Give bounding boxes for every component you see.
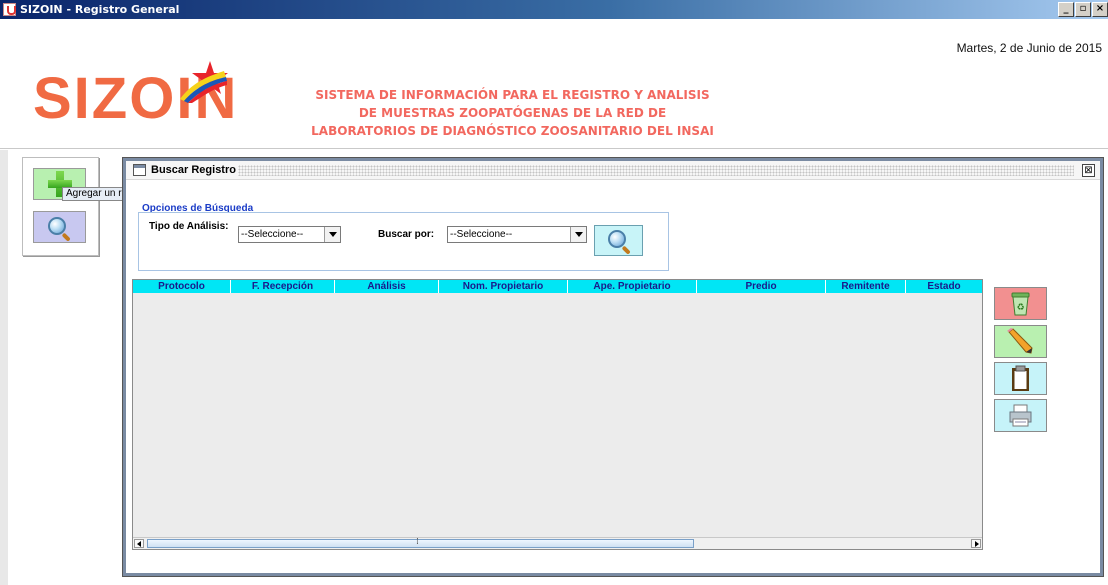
java-icon [3,3,16,16]
column-protocolo[interactable]: Protocolo [133,280,231,293]
minimize-button[interactable]: _ [1058,2,1074,17]
chevron-down-icon[interactable] [324,227,340,242]
frame-title-bar[interactable]: Buscar Registro ⊠ [126,161,1100,180]
clipboard-button[interactable] [994,362,1047,395]
print-button[interactable] [994,399,1047,432]
column-estado[interactable]: Estado [906,280,982,293]
system-tagline: SISTEMA DE INFORMACIÓN PARA EL REGISTRO … [310,86,715,140]
title-bar-grip [238,165,1074,176]
search-button[interactable] [594,225,643,256]
delete-button[interactable]: ♻ [994,287,1047,320]
clipboard-icon [1012,365,1029,391]
close-button[interactable]: × [1092,2,1108,17]
table-header: Protocolo F. Recepción Análisis Nom. Pro… [133,280,982,293]
buscar-por-value: --Seleccione-- [450,229,513,240]
tipo-analisis-select[interactable]: --Seleccione-- [238,226,341,243]
search-record-button[interactable] [33,211,86,243]
frame-content: Opciones de Búsqueda Tipo de Análisis: -… [132,183,1094,568]
recycle-bin-icon: ♻ [1011,292,1030,316]
svg-text:♻: ♻ [1016,303,1024,313]
window-title: SIZOIN - Registro General [20,3,180,16]
column-predio[interactable]: Predio [697,280,826,293]
left-toolbar [22,157,99,256]
buscar-por-select[interactable]: --Seleccione-- [447,226,587,243]
scroll-left-arrow[interactable] [134,539,144,548]
frame-close-button[interactable]: ⊠ [1082,164,1095,177]
edit-button[interactable] [994,325,1047,358]
results-table[interactable]: Protocolo F. Recepción Análisis Nom. Pro… [132,279,983,550]
column-ape-propietario[interactable]: Ape. Propietario [568,280,697,293]
tipo-analisis-value: --Seleccione-- [241,229,304,240]
app-header: Martes, 2 de Junio de 2015 SIZOIN SISTEM… [0,19,1108,149]
current-date: Martes, 2 de Junio de 2015 [956,41,1102,55]
tagline-line-3: LABORATORIOS DE DIAGNÓSTICO ZOOSANITARIO… [311,124,714,138]
window-title-bar: SIZOIN - Registro General _ ▫ × [0,0,1108,19]
logo-star-icon [180,61,228,103]
tagline-line-1: SISTEMA DE INFORMACIÓN PARA EL REGISTRO … [315,88,710,102]
search-options-group: Tipo de Análisis: --Seleccione-- Buscar … [138,212,669,271]
column-nom-propietario[interactable]: Nom. Propietario [439,280,568,293]
tagline-line-2: DE MUESTRAS ZOOPATÓGENAS DE LA RED DE [358,106,667,120]
maximize-button[interactable]: ▫ [1075,2,1091,17]
column-analisis[interactable]: Análisis [335,280,439,293]
pencil-icon [1007,328,1033,354]
printer-icon [1009,404,1032,427]
column-fecha-recepcion[interactable]: F. Recepción [231,280,335,293]
window-controls: _ ▫ × [1058,2,1108,17]
scroll-thumb[interactable] [147,537,694,548]
buscar-registro-frame: Buscar Registro ⊠ Opciones de Búsqueda T… [122,157,1104,577]
window-icon [133,164,146,176]
buscar-por-label: Buscar por: [378,229,435,240]
chevron-down-icon[interactable] [570,227,586,242]
tipo-analisis-label: Tipo de Análisis: [149,221,229,232]
column-remitente[interactable]: Remitente [826,280,906,293]
frame-title: Buscar Registro [151,164,236,176]
horizontal-scrollbar[interactable] [133,537,982,549]
desktop-area: Agregar un registro de muestras Buscar R… [0,150,1108,585]
scroll-right-arrow[interactable] [971,539,981,548]
